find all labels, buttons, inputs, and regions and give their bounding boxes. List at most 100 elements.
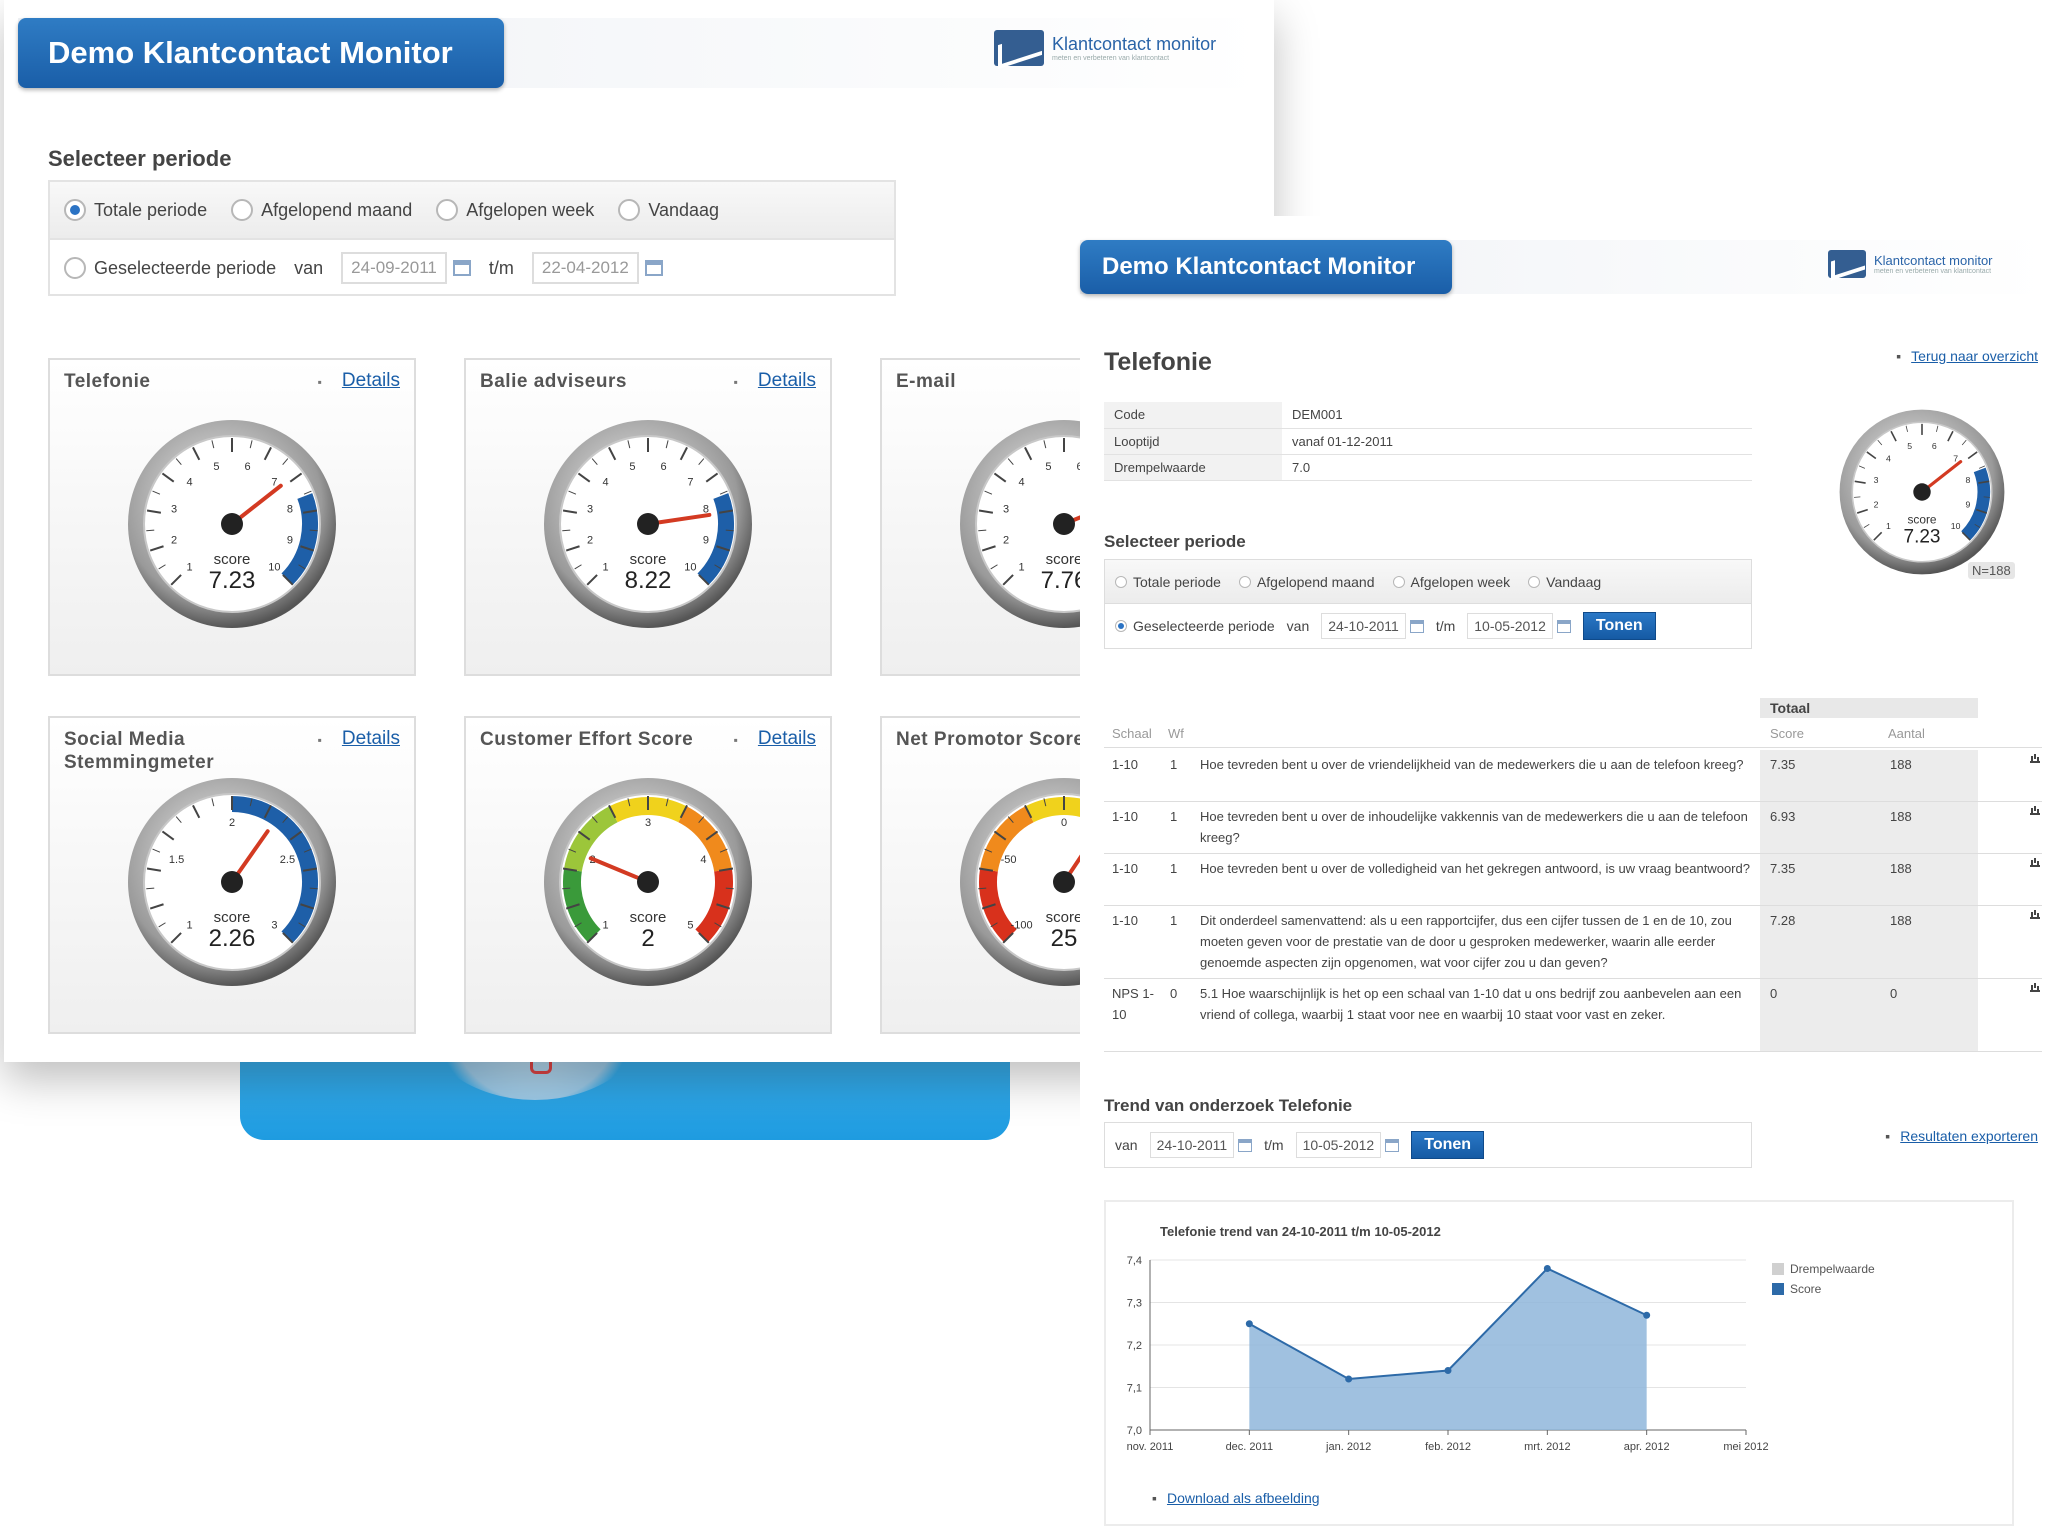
score-gauge: 12345score2 — [544, 778, 752, 986]
chart-icon[interactable] — [2030, 858, 2040, 867]
x-tick-label: mrt. 2012 — [1524, 1441, 1570, 1453]
row-scale: 1-10 — [1112, 757, 1139, 772]
radio-custom-period[interactable] — [64, 257, 86, 279]
period-option[interactable]: Afgelopend maand — [231, 199, 412, 221]
gauge-tick-label: 1 — [187, 561, 193, 573]
row-count: 188 — [1890, 861, 1912, 876]
chart-icon[interactable] — [2030, 910, 2040, 919]
data-point[interactable] — [1345, 1375, 1353, 1383]
data-point[interactable] — [1245, 1320, 1253, 1328]
legend-item-score[interactable]: Score — [1772, 1282, 1875, 1296]
chart-icon[interactable] — [2030, 754, 2040, 763]
period-radio[interactable] — [436, 199, 459, 221]
period-option[interactable]: Totale periode — [64, 199, 207, 221]
calendar-icon[interactable] — [1409, 619, 1424, 633]
data-point[interactable] — [1543, 1265, 1551, 1272]
info-row: Code DEM001 — [1104, 402, 1752, 429]
gauge-tick-label: 4 — [1019, 477, 1025, 489]
row-score: 7.35 — [1770, 861, 1796, 876]
gauge-score-label: score — [630, 909, 667, 926]
period-option-label: Totale periode — [1133, 573, 1221, 590]
period-option[interactable]: Afgelopen week — [1392, 574, 1510, 590]
period-option-label: Vandaag — [1546, 573, 1602, 590]
download-image-link[interactable]: Download als afbeelding — [1152, 1490, 1320, 1506]
back-to-overview-link[interactable]: Terug naar overzicht — [1896, 348, 2038, 364]
calendar-icon[interactable] — [452, 260, 471, 276]
period-radio[interactable] — [1238, 575, 1251, 588]
trend-from-label: van — [1115, 1137, 1138, 1153]
gauge-tick-label: 6 — [244, 461, 250, 473]
period-radio[interactable] — [231, 199, 254, 221]
chart-icon[interactable] — [2030, 983, 2040, 992]
detail-period-selector: Totale periode Afgelopend maand Afgelopen … — [1104, 559, 1752, 649]
gauge-score-value: 8.22 — [625, 567, 672, 594]
period-radio[interactable] — [618, 199, 641, 221]
from-date-input[interactable]: 24-09-2011 — [341, 252, 447, 284]
detail-brand-logo: Klantcontact monitor meten en verbeteren… — [1828, 250, 1993, 278]
details-link[interactable]: Details — [318, 370, 400, 392]
trend-to-date-input[interactable]: 10-05-2012 — [1295, 1132, 1382, 1158]
show-button[interactable]: Tonen — [1582, 612, 1656, 640]
app-title: Demo Klantcontact Monitor — [18, 18, 504, 88]
data-point[interactable] — [1643, 1311, 1651, 1319]
gauge-tick-label: 2 — [1874, 499, 1879, 509]
gauge-tick — [146, 529, 155, 532]
card-title: Social Media Stemmingmeter — [64, 729, 215, 773]
calendar-icon[interactable] — [1238, 1138, 1253, 1152]
calendar-icon[interactable] — [1556, 619, 1571, 633]
details-link[interactable]: Details — [734, 370, 816, 392]
calendar-icon[interactable] — [1385, 1138, 1400, 1152]
period-option[interactable]: Afgelopen week — [436, 199, 594, 221]
gauge-tick-label: 10 — [684, 561, 696, 573]
export-results-link[interactable]: Resultaten exporteren — [1885, 1128, 2038, 1144]
gauge-tick-label: 3 — [645, 817, 651, 829]
period-radio[interactable] — [1392, 575, 1405, 588]
option-custom-period[interactable]: Geselecteerde periode — [1115, 618, 1275, 634]
detail-gauge: 1 2 3 4 5 6 7 8 9 10 score7.23 — [1839, 409, 2005, 575]
period-option[interactable]: Vandaag — [618, 199, 719, 221]
gauge-tick-label: 3 — [587, 503, 593, 515]
to-date-input[interactable]: 22-04-2012 — [531, 252, 639, 284]
gauge-tick-label: -100 — [1011, 919, 1033, 931]
row-count: 0 — [1890, 986, 1898, 1001]
option-custom-label: Geselecteerde periode — [1133, 618, 1275, 634]
trend-from-date-input[interactable]: 24-10-2011 — [1149, 1132, 1235, 1158]
row-count: 188 — [1890, 913, 1912, 928]
period-option[interactable]: Afgelopend maand — [1238, 574, 1375, 590]
trend-show-button[interactable]: Tonen — [1411, 1131, 1485, 1159]
gauge-tick-label: 9 — [287, 535, 293, 547]
gauge-tick-label: 5 — [687, 919, 693, 931]
period-radio[interactable] — [1528, 575, 1541, 588]
x-tick-label: feb. 2012 — [1425, 1441, 1471, 1453]
gauge-score-value: 7.23 — [1904, 527, 1941, 548]
info-table: Code DEM001 Looptijd vanaf 01-12-2011 Drempe… — [1104, 402, 1752, 481]
details-link[interactable]: Details — [318, 728, 400, 750]
gauge-hub — [1913, 483, 1931, 501]
score-card: Balie adviseursDetails12345678910score8.… — [464, 358, 832, 676]
details-link[interactable]: Details — [734, 728, 816, 750]
period-option-label: Afgelopen week — [466, 199, 595, 220]
chart-icon[interactable] — [2030, 806, 2040, 815]
row-question: Dit onderdeel samenvattend: als u een ra… — [1200, 913, 1732, 970]
legend-item-threshold[interactable]: Drempelwaarde — [1772, 1262, 1875, 1276]
gauge-tick — [562, 887, 571, 890]
period-radio[interactable] — [1115, 575, 1127, 588]
calendar-icon[interactable] — [644, 260, 663, 276]
gauge-tick-label: 2 — [587, 535, 593, 547]
detail-to-date-input[interactable]: 10-05-2012 — [1467, 613, 1553, 639]
period-option[interactable]: Totale periode — [1115, 574, 1221, 590]
radio-custom-period[interactable] — [1115, 620, 1127, 632]
row-scale: 1-10 — [1112, 913, 1139, 928]
gauge-tick-label: 1 — [1886, 521, 1891, 531]
detail-from-date-input[interactable]: 24-10-2011 — [1321, 613, 1406, 639]
gauge-hub — [221, 513, 243, 535]
period-radio[interactable] — [64, 199, 86, 221]
trend-title: Trend van onderzoek Telefonie — [1104, 1096, 1353, 1115]
response-count-badge: N=188 — [1968, 562, 2015, 579]
gauge-score-label: score — [214, 909, 251, 926]
data-point[interactable] — [1444, 1367, 1452, 1374]
period-option[interactable]: Vandaag — [1528, 574, 1601, 590]
gauge-tick-label: 0 — [1061, 817, 1067, 829]
trend-to-label: t/m — [1264, 1137, 1284, 1153]
option-custom-period[interactable]: Geselecteerde periode — [64, 257, 276, 279]
